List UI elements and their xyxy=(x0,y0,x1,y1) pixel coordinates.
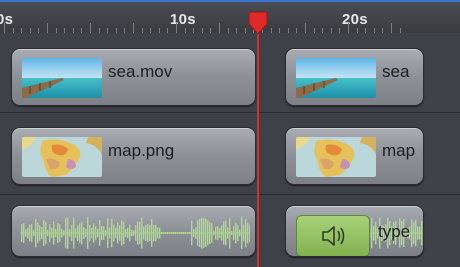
ruler-tick xyxy=(12,28,14,33)
audio-clip-type[interactable]: type xyxy=(285,205,424,257)
ruler-tick xyxy=(210,28,212,33)
ruler-tick xyxy=(98,28,100,33)
ruler-tick xyxy=(373,28,375,33)
ruler-tick xyxy=(201,28,203,33)
audio-waveform xyxy=(20,217,250,249)
audio-badge xyxy=(296,215,370,256)
track-divider xyxy=(0,194,460,195)
ruler-tick xyxy=(365,28,367,33)
ruler-tick xyxy=(270,28,272,33)
ruler-tick xyxy=(124,28,126,33)
ruler-tick xyxy=(287,28,289,33)
ruler-tick xyxy=(47,23,48,33)
map-thumbnail xyxy=(296,137,376,177)
ruler-tick xyxy=(313,28,315,33)
ruler-tick xyxy=(322,28,324,33)
ruler-tick xyxy=(399,28,401,33)
ruler-tick xyxy=(279,28,281,33)
ruler-tick xyxy=(236,28,238,33)
ruler-tick xyxy=(64,28,66,33)
ruler-tick xyxy=(339,28,341,33)
clip-label: map.png xyxy=(108,141,175,160)
ruler-tick xyxy=(348,23,349,33)
audio-clip-waveform[interactable] xyxy=(11,205,256,257)
ruler-tick xyxy=(158,28,160,33)
ruler-tick xyxy=(305,23,306,33)
ruler-tick xyxy=(356,28,358,33)
ruler-tick xyxy=(107,28,109,33)
playhead-line[interactable] xyxy=(257,16,259,267)
ruler-tick xyxy=(72,28,74,33)
ruler-tick xyxy=(4,23,5,33)
ruler-tick xyxy=(133,23,134,33)
ruler-tick xyxy=(227,28,229,33)
ruler-tick xyxy=(193,28,195,33)
ruler-tick xyxy=(167,28,169,33)
ruler-tick xyxy=(90,23,91,33)
track-divider xyxy=(0,112,460,113)
ruler-tick xyxy=(219,23,220,33)
ruler-tick xyxy=(176,23,177,33)
sea-thumbnail xyxy=(22,58,102,98)
ruler-tick xyxy=(382,28,384,33)
image-clip-map[interactable]: map.png xyxy=(11,127,256,185)
image-clip-map-2[interactable]: map xyxy=(285,127,424,185)
ruler-tick xyxy=(391,23,392,33)
ruler-tick xyxy=(29,28,31,33)
timeline-ruler[interactable]: 0s 10s 20s xyxy=(0,0,460,33)
ruler-tick xyxy=(150,28,152,33)
clip-label: type xyxy=(378,222,411,241)
clip-label: sea.mov xyxy=(108,62,173,81)
clip-label: map xyxy=(382,141,416,160)
ruler-tick xyxy=(330,28,332,33)
ruler-tick xyxy=(21,28,23,33)
ruler-tick xyxy=(244,28,246,33)
clip-label: sea xyxy=(382,62,410,81)
ruler-tick xyxy=(296,28,298,33)
playhead-marker-icon[interactable] xyxy=(247,11,269,35)
ruler-tick xyxy=(141,28,143,33)
ruler-tick xyxy=(81,28,83,33)
map-thumbnail xyxy=(22,137,102,177)
ruler-label-10s: 10s xyxy=(170,11,196,28)
ruler-tick xyxy=(38,28,40,33)
sea-thumbnail xyxy=(296,58,376,98)
ruler-tick xyxy=(55,28,57,33)
video-clip-sea-2[interactable]: sea xyxy=(285,48,424,106)
ruler-label-20s: 20s xyxy=(342,11,368,28)
video-clip-sea[interactable]: sea.mov xyxy=(11,48,256,106)
ruler-tick xyxy=(184,28,186,33)
ruler-tick xyxy=(115,28,117,33)
speaker-icon xyxy=(322,226,345,246)
ruler-label-0s: 0s xyxy=(0,11,14,28)
